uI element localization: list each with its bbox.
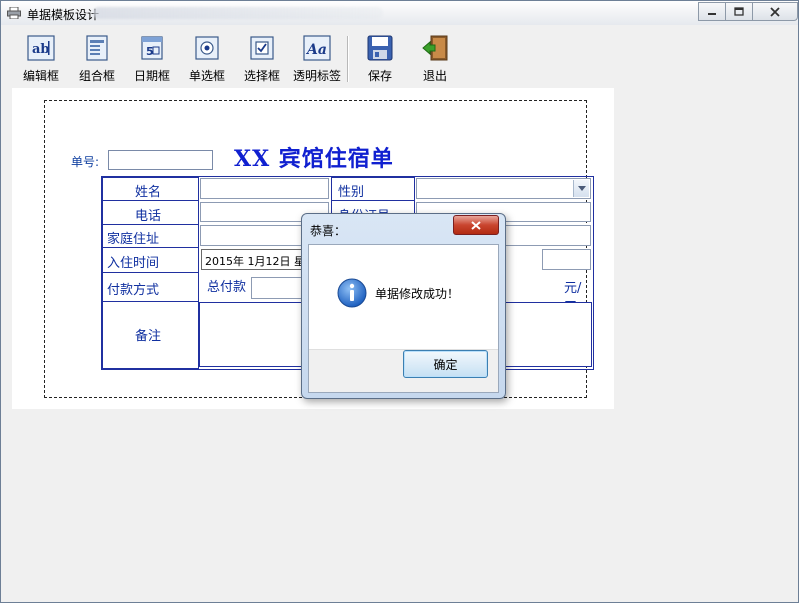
- checkbox-icon: [250, 36, 274, 60]
- printer-icon: [7, 7, 21, 19]
- remark-label-cell: 备注: [102, 301, 199, 369]
- phone-label: 电话: [135, 209, 162, 224]
- title-bar: 单据模板设计: [1, 1, 798, 25]
- dialog-title: 恭喜：: [310, 224, 347, 238]
- maximize-button[interactable]: [725, 2, 753, 21]
- close-icon: [471, 220, 481, 230]
- toolbar: ab 编辑框 组合框 5 日期框 单选框 选择框 Aa 透明标签 保存 退出: [2, 26, 797, 88]
- name-label: 姓名: [135, 185, 162, 200]
- checkin-extra-input[interactable]: [542, 249, 591, 270]
- save-icon: [367, 35, 393, 61]
- toolbar-label: 选择框: [243, 69, 280, 83]
- ok-button[interactable]: 确定: [403, 350, 488, 378]
- svg-text:ab: ab: [32, 42, 50, 57]
- svg-text:Aa: Aa: [305, 42, 327, 58]
- toolbar-label: 保存: [367, 69, 392, 83]
- payment-label: 付款方式: [107, 283, 160, 298]
- remark-label: 备注: [135, 329, 162, 344]
- textbox-icon: ab: [27, 35, 55, 61]
- payment-label-cell: 付款方式: [102, 272, 199, 302]
- info-icon: [337, 278, 367, 308]
- gender-label-cell: 性别: [331, 177, 415, 201]
- toolbar-label: 日期框: [133, 69, 170, 83]
- address-label-cell: 家庭住址: [102, 224, 199, 248]
- checkin-label-cell: 入住时间: [102, 247, 199, 273]
- toolbar-label: 单选框: [188, 69, 225, 83]
- checkin-label: 入住时间: [107, 256, 160, 271]
- dialog-close-button[interactable]: [453, 215, 499, 235]
- toolbar-label: 透明标签: [292, 69, 341, 83]
- number-label: 单号:: [71, 155, 100, 169]
- close-button[interactable]: [752, 2, 798, 21]
- dialog-body: 单据修改成功！ 确定: [308, 244, 499, 393]
- phone-label-cell: 电话: [102, 200, 199, 225]
- toolbar-label: 退出: [422, 69, 447, 83]
- radio-icon: [195, 36, 219, 60]
- toolbar-button-date[interactable]: 5 日期框: [124, 35, 180, 85]
- message-dialog: 恭喜： 单据修改成功！ 确定: [301, 213, 506, 399]
- dialog-message: 单据修改成功！: [375, 287, 460, 301]
- toolbar-separator: [347, 36, 349, 82]
- window-controls: [698, 2, 798, 21]
- address-label: 家庭住址: [107, 232, 160, 247]
- minimize-icon: [708, 12, 716, 15]
- toolbar-button-exit[interactable]: 退出: [407, 35, 463, 85]
- toolbar-button-save[interactable]: 保存: [352, 35, 408, 85]
- gender-select[interactable]: [416, 178, 591, 199]
- exit-icon: [422, 35, 448, 61]
- title-extra-blurred: [93, 7, 383, 19]
- gender-label: 性别: [338, 185, 365, 200]
- number-input[interactable]: [108, 150, 213, 170]
- close-icon: [770, 6, 780, 17]
- toolbar-label: 编辑框: [22, 69, 59, 83]
- toolbar-button-label[interactable]: Aa 透明标签: [289, 35, 345, 85]
- window-title: 单据模板设计: [27, 8, 100, 22]
- maximize-icon: [734, 7, 744, 16]
- checkin-date-value: 2015年 1月12日 星期: [205, 255, 315, 268]
- toolbar-button-radio[interactable]: 单选框: [179, 35, 235, 85]
- toolbar-button-textbox[interactable]: ab 编辑框: [13, 35, 69, 85]
- dropdown-arrow-icon[interactable]: [573, 180, 589, 197]
- toolbar-button-combobox[interactable]: 组合框: [69, 35, 125, 85]
- name-input[interactable]: [200, 178, 329, 199]
- toolbar-label: 组合框: [78, 69, 115, 83]
- minimize-button[interactable]: [698, 2, 726, 21]
- total-paid-label: 总付款: [207, 280, 247, 295]
- label-icon: Aa: [303, 35, 331, 61]
- toolbar-button-checkbox[interactable]: 选择框: [234, 35, 290, 85]
- date-icon: 5: [141, 36, 163, 60]
- main-window: 单据模板设计 ab 编辑框 组合框 5 日期框 单选框 选择框 Aa 透明标签 …: [0, 0, 799, 603]
- form-title: XX 宾馆住宿单: [234, 146, 394, 172]
- combobox-icon: [86, 35, 108, 61]
- name-label-cell: 姓名: [102, 177, 199, 201]
